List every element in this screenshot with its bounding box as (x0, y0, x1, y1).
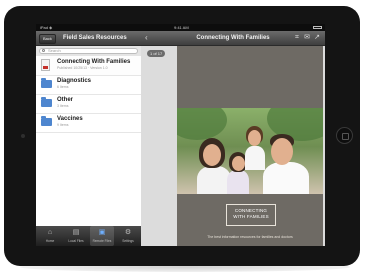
cover-title: CONNECTING WITH FAMILIES (233, 208, 269, 219)
person-shirt (197, 166, 231, 194)
person-face (232, 156, 245, 171)
tab-settings[interactable]: ⚙ Settings (116, 226, 140, 246)
camera-icon (21, 134, 25, 138)
files-icon: ▤ (72, 229, 80, 236)
person-face (203, 144, 221, 166)
list-item-subtitle: 3 Items (57, 104, 69, 108)
list-item-title: Diagnostics (57, 78, 92, 84)
folder-icon (41, 78, 52, 88)
cover-photo (177, 108, 323, 194)
person-shirt (245, 146, 265, 170)
list-item-title: Vaccines (57, 116, 83, 122)
folder-icon (41, 116, 52, 126)
tab-label: Local Files (68, 239, 84, 243)
back-button[interactable]: Back (39, 34, 56, 44)
list-item-title: Connecting With Families (57, 59, 131, 65)
tab-remote-files[interactable]: ▣ Remote Files (90, 226, 114, 246)
screen: iPad ◈ 9:41 AM Back Field Sales Resource… (36, 24, 325, 246)
email-icon[interactable]: ✉ (303, 34, 311, 42)
bookmark-icon[interactable]: ⌗ (293, 34, 301, 42)
list-item-diagnostics[interactable]: Diagnostics 6 Items (36, 75, 141, 95)
battery-icon (313, 26, 322, 29)
home-button[interactable] (336, 127, 353, 144)
tab-label: Remote Files (92, 239, 112, 243)
search-input[interactable]: Search (39, 48, 138, 54)
gear-icon: ⚙ (124, 229, 132, 236)
status-time: 9:41 AM (174, 25, 189, 30)
folder-icon (41, 97, 52, 107)
list-item-subtitle: Published 10/25/13 · Version 1.0 (57, 66, 108, 70)
foliage (177, 108, 227, 140)
document-page: CONNECTING WITH FAMILIES The best inform… (177, 46, 323, 246)
search-placeholder: Search (48, 48, 61, 53)
tab-bar: ⌂ Home ▤ Local Files ▣ Remote Files ⚙ Se… (36, 226, 141, 246)
page-indicator: 1 of 17 (147, 50, 166, 57)
list-item-connecting-with-families[interactable]: Connecting With Families Published 10/25… (36, 56, 141, 76)
cover-tagline: The best information resources for famil… (207, 235, 293, 239)
person-shirt (227, 170, 249, 194)
pdf-document-icon (41, 59, 50, 71)
cover-title-box: CONNECTING WITH FAMILIES (226, 204, 276, 226)
tab-local-files[interactable]: ▤ Local Files (64, 226, 88, 246)
search-bar: Search (36, 46, 141, 56)
list-item-subtitle: 9 Items (57, 123, 69, 127)
sidebar-nav-bar: Back Field Sales Resources (36, 31, 141, 46)
folder-tray-icon: ▣ (98, 229, 106, 236)
home-icon: ⌂ (47, 229, 53, 236)
list-item-vaccines[interactable]: Vaccines 9 Items (36, 113, 141, 133)
tab-label: Settings (122, 239, 134, 243)
share-icon[interactable]: ↗ (313, 34, 321, 42)
person-shirt (263, 162, 309, 194)
viewer-nav-bar: ‹ Connecting With Families ⌗ ✉ ↗ (141, 31, 325, 46)
tab-home[interactable]: ⌂ Home (38, 226, 62, 246)
document-viewer[interactable]: 1 of 17 CONNECTING WITH FAMILIES The bes… (141, 46, 325, 246)
person-face (248, 130, 261, 146)
list-item-title: Other (57, 97, 74, 103)
person-face (271, 138, 293, 165)
list-item-other[interactable]: Other 3 Items (36, 94, 141, 114)
list-item-subtitle: 6 Items (57, 85, 69, 89)
tab-label: Home (45, 239, 55, 243)
file-list: Connecting With Families Published 10/25… (36, 56, 141, 226)
status-bar: iPad ◈ 9:41 AM (36, 24, 325, 31)
search-icon (42, 49, 45, 52)
status-carrier: iPad ◈ (40, 25, 53, 30)
sidebar-title: Field Sales Resources (63, 35, 127, 41)
